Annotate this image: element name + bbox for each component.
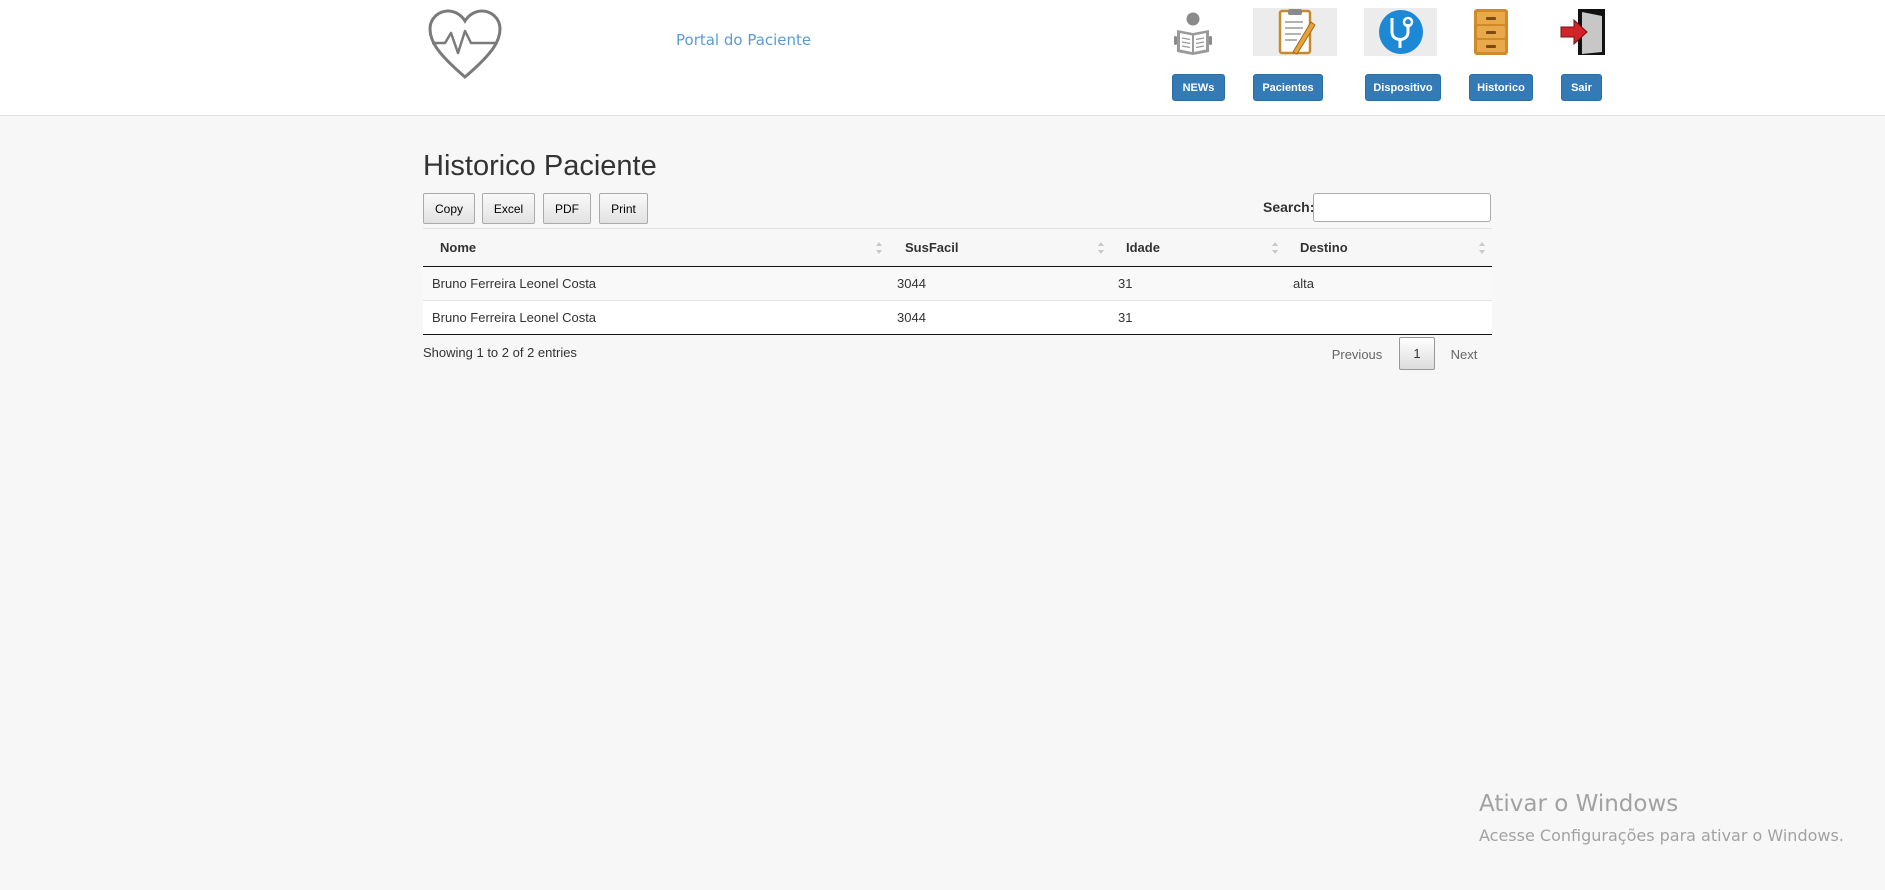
clipboard-icon: [1253, 8, 1337, 56]
next-page-link[interactable]: Next: [1444, 339, 1484, 370]
windows-activation-subtitle: Acesse Configurações para ativar o Windo…: [1479, 826, 1844, 845]
sort-icon[interactable]: [1478, 241, 1486, 255]
historico-button[interactable]: Historico: [1469, 74, 1533, 101]
table-info: Showing 1 to 2 of 2 entries: [423, 345, 577, 360]
cell-susfacil: 3044: [897, 310, 926, 325]
column-header-idade[interactable]: Idade: [1126, 229, 1160, 266]
cell-idade: 31: [1118, 276, 1133, 291]
table-header-row: Nome SusFacil Idade Destino: [423, 229, 1492, 267]
dispositivo-button[interactable]: Dispositivo: [1365, 74, 1441, 101]
news-button[interactable]: NEWs: [1172, 74, 1225, 101]
page-title: Historico Paciente: [423, 150, 657, 182]
column-header-destino[interactable]: Destino: [1300, 229, 1348, 266]
table-row: Bruno Ferreira Leonel Costa 3044 31 alta: [423, 267, 1492, 301]
cell-destino: alta: [1293, 276, 1314, 291]
previous-page-link[interactable]: Previous: [1326, 339, 1388, 370]
file-cabinet-icon: [1474, 9, 1508, 55]
excel-button[interactable]: Excel: [482, 193, 535, 224]
cell-nome: Bruno Ferreira Leonel Costa: [432, 310, 597, 325]
stethoscope-icon: [1364, 8, 1437, 56]
copy-button[interactable]: Copy: [423, 193, 475, 224]
column-header-susfacil[interactable]: SusFacil: [905, 229, 958, 266]
sair-button[interactable]: Sair: [1561, 74, 1602, 101]
portal-title: Portal do Paciente: [676, 31, 812, 49]
table-row: Bruno Ferreira Leonel Costa 3044 31: [423, 301, 1492, 335]
top-header: Portal do Paciente NEWs Pacientes Dispos…: [0, 0, 1885, 116]
news-reader-icon: [1174, 12, 1212, 55]
heart-pulse-logo-icon: [428, 9, 502, 79]
pacientes-button[interactable]: Pacientes: [1253, 74, 1323, 101]
pdf-button[interactable]: PDF: [543, 193, 591, 224]
print-button[interactable]: Print: [599, 193, 648, 224]
cell-susfacil: 3044: [897, 276, 926, 291]
page-1-button[interactable]: 1: [1399, 337, 1435, 370]
exit-door-icon: [1560, 9, 1605, 55]
sort-icon[interactable]: [1097, 241, 1105, 255]
windows-activation-title: Ativar o Windows: [1479, 791, 1679, 817]
search-input[interactable]: [1313, 193, 1491, 222]
column-header-nome[interactable]: Nome: [440, 229, 476, 266]
sort-icon[interactable]: [875, 241, 883, 255]
history-table: Nome SusFacil Idade Destino Bruno Ferrei…: [423, 228, 1492, 335]
search-label: Search:: [1263, 199, 1315, 215]
cell-nome: Bruno Ferreira Leonel Costa: [432, 276, 597, 291]
cell-idade: 31: [1118, 310, 1133, 325]
sort-icon[interactable]: [1271, 241, 1279, 255]
